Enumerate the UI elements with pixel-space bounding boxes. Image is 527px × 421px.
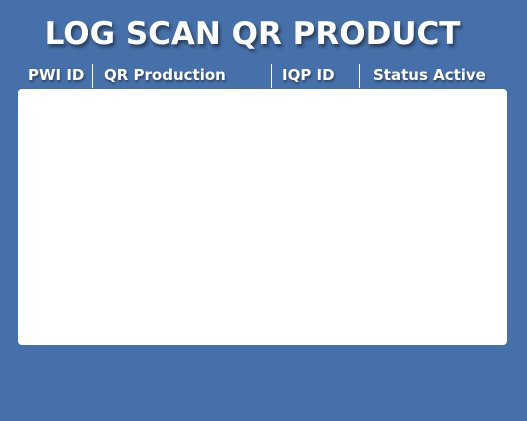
page-title: LOG SCAN QR PRODUCT: [44, 16, 461, 52]
column-header-status-active: Status Active: [373, 66, 486, 84]
table-header: PWI ID QR Production IQP ID Status Activ…: [0, 64, 527, 88]
column-divider: [359, 64, 360, 88]
column-header-iqp-id: IQP ID: [282, 66, 335, 84]
column-header-qr-production: QR Production: [104, 66, 226, 84]
scan-log-list[interactable]: [18, 89, 507, 345]
column-divider: [271, 64, 272, 88]
column-header-pwi-id: PWI ID: [28, 66, 85, 84]
column-divider: [92, 64, 93, 88]
